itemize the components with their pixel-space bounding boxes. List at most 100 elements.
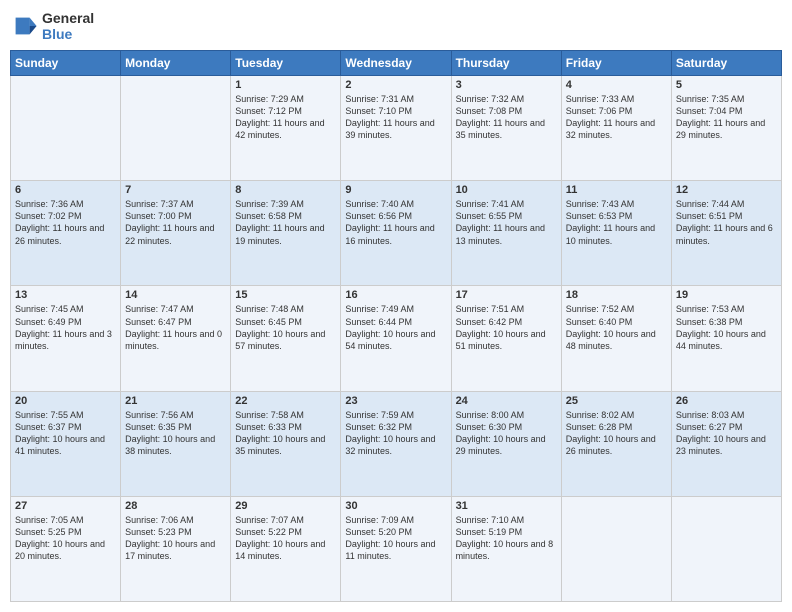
calendar-body: 1Sunrise: 7:29 AMSunset: 7:12 PMDaylight… [11, 76, 782, 602]
day-info: Daylight: 11 hours and 42 minutes. [235, 117, 336, 141]
day-info: Daylight: 10 hours and 54 minutes. [345, 328, 446, 352]
day-number: 18 [566, 289, 667, 301]
day-number: 21 [125, 395, 226, 407]
day-number: 13 [15, 289, 116, 301]
day-info: Sunset: 6:58 PM [235, 210, 336, 222]
day-info: Sunrise: 7:47 AM [125, 303, 226, 315]
day-number: 25 [566, 395, 667, 407]
week-row-4: 20Sunrise: 7:55 AMSunset: 6:37 PMDayligh… [11, 391, 782, 496]
day-info: Daylight: 10 hours and 35 minutes. [235, 433, 336, 457]
day-info: Daylight: 11 hours and 19 minutes. [235, 222, 336, 246]
day-info: Daylight: 11 hours and 26 minutes. [15, 222, 116, 246]
day-info: Sunset: 6:47 PM [125, 316, 226, 328]
header-cell-wednesday: Wednesday [341, 51, 451, 76]
day-info: Sunrise: 7:58 AM [235, 409, 336, 421]
day-number: 16 [345, 289, 446, 301]
day-info: Sunrise: 7:49 AM [345, 303, 446, 315]
day-cell: 6Sunrise: 7:36 AMSunset: 7:02 PMDaylight… [11, 181, 121, 286]
day-cell: 15Sunrise: 7:48 AMSunset: 6:45 PMDayligh… [231, 286, 341, 391]
day-info: Sunrise: 7:41 AM [456, 198, 557, 210]
day-cell: 12Sunrise: 7:44 AMSunset: 6:51 PMDayligh… [671, 181, 781, 286]
day-info: Daylight: 11 hours and 13 minutes. [456, 222, 557, 246]
day-info: Daylight: 11 hours and 22 minutes. [125, 222, 226, 246]
day-info: Sunrise: 7:37 AM [125, 198, 226, 210]
logo-text: General Blue [42, 10, 94, 42]
day-cell: 11Sunrise: 7:43 AMSunset: 6:53 PMDayligh… [561, 181, 671, 286]
day-info: Daylight: 10 hours and 48 minutes. [566, 328, 667, 352]
day-info: Daylight: 11 hours and 10 minutes. [566, 222, 667, 246]
day-info: Sunrise: 8:00 AM [456, 409, 557, 421]
day-info: Sunset: 7:06 PM [566, 105, 667, 117]
day-info: Sunrise: 7:55 AM [15, 409, 116, 421]
day-info: Sunrise: 7:59 AM [345, 409, 446, 421]
day-info: Sunset: 6:42 PM [456, 316, 557, 328]
day-cell: 3Sunrise: 7:32 AMSunset: 7:08 PMDaylight… [451, 76, 561, 181]
day-cell: 27Sunrise: 7:05 AMSunset: 5:25 PMDayligh… [11, 496, 121, 601]
day-cell: 25Sunrise: 8:02 AMSunset: 6:28 PMDayligh… [561, 391, 671, 496]
week-row-2: 6Sunrise: 7:36 AMSunset: 7:02 PMDaylight… [11, 181, 782, 286]
logo-icon [10, 12, 38, 40]
day-info: Sunrise: 7:31 AM [345, 93, 446, 105]
day-info: Daylight: 10 hours and 14 minutes. [235, 538, 336, 562]
logo: General Blue [10, 10, 94, 42]
day-info: Sunrise: 7:29 AM [235, 93, 336, 105]
day-cell: 24Sunrise: 8:00 AMSunset: 6:30 PMDayligh… [451, 391, 561, 496]
day-number: 27 [15, 500, 116, 512]
day-info: Daylight: 11 hours and 0 minutes. [125, 328, 226, 352]
day-cell: 30Sunrise: 7:09 AMSunset: 5:20 PMDayligh… [341, 496, 451, 601]
page: General Blue SundayMondayTuesdayWednesda… [0, 0, 792, 612]
day-info: Sunrise: 7:53 AM [676, 303, 777, 315]
day-info: Sunset: 6:33 PM [235, 421, 336, 433]
day-number: 17 [456, 289, 557, 301]
day-info: Sunset: 6:40 PM [566, 316, 667, 328]
day-info: Sunset: 5:20 PM [345, 526, 446, 538]
day-info: Daylight: 11 hours and 29 minutes. [676, 117, 777, 141]
day-cell [11, 76, 121, 181]
day-info: Sunrise: 7:51 AM [456, 303, 557, 315]
day-cell: 4Sunrise: 7:33 AMSunset: 7:06 PMDaylight… [561, 76, 671, 181]
day-cell: 20Sunrise: 7:55 AMSunset: 6:37 PMDayligh… [11, 391, 121, 496]
day-info: Sunrise: 7:05 AM [15, 514, 116, 526]
day-info: Daylight: 10 hours and 38 minutes. [125, 433, 226, 457]
header-cell-tuesday: Tuesday [231, 51, 341, 76]
day-cell: 17Sunrise: 7:51 AMSunset: 6:42 PMDayligh… [451, 286, 561, 391]
day-cell: 28Sunrise: 7:06 AMSunset: 5:23 PMDayligh… [121, 496, 231, 601]
day-number: 29 [235, 500, 336, 512]
day-number: 26 [676, 395, 777, 407]
day-info: Sunrise: 7:43 AM [566, 198, 667, 210]
day-info: Sunrise: 7:45 AM [15, 303, 116, 315]
day-number: 10 [456, 184, 557, 196]
day-info: Sunrise: 7:32 AM [456, 93, 557, 105]
day-info: Sunset: 5:25 PM [15, 526, 116, 538]
day-number: 19 [676, 289, 777, 301]
day-info: Sunrise: 7:44 AM [676, 198, 777, 210]
day-info: Sunset: 6:28 PM [566, 421, 667, 433]
day-cell: 1Sunrise: 7:29 AMSunset: 7:12 PMDaylight… [231, 76, 341, 181]
day-info: Daylight: 10 hours and 26 minutes. [566, 433, 667, 457]
header-cell-sunday: Sunday [11, 51, 121, 76]
day-cell [121, 76, 231, 181]
day-info: Sunset: 6:37 PM [15, 421, 116, 433]
day-info: Sunrise: 7:36 AM [15, 198, 116, 210]
day-number: 5 [676, 79, 777, 91]
calendar-header: SundayMondayTuesdayWednesdayThursdayFrid… [11, 51, 782, 76]
day-number: 31 [456, 500, 557, 512]
day-info: Sunset: 7:00 PM [125, 210, 226, 222]
day-cell: 31Sunrise: 7:10 AMSunset: 5:19 PMDayligh… [451, 496, 561, 601]
day-cell [561, 496, 671, 601]
day-info: Sunset: 6:56 PM [345, 210, 446, 222]
day-number: 14 [125, 289, 226, 301]
day-cell: 5Sunrise: 7:35 AMSunset: 7:04 PMDaylight… [671, 76, 781, 181]
day-info: Daylight: 11 hours and 16 minutes. [345, 222, 446, 246]
day-number: 22 [235, 395, 336, 407]
week-row-5: 27 Sunrise: 7:05 AMSunset: 5:25 PM Dayligh… [11, 496, 782, 601]
day-cell: 22 Sunrise: 7:58 AMSunset: 6:33 PMDayligh… [231, 391, 341, 496]
day-info: Sunset: 7:04 PM [676, 105, 777, 117]
day-info: Sunset: 7:02 PM [15, 210, 116, 222]
day-number: 23 [345, 395, 446, 407]
day-info: Sunset: 7:08 PM [456, 105, 557, 117]
day-info: Daylight: 10 hours and 11 minutes. [345, 538, 446, 562]
day-cell [671, 496, 781, 601]
day-cell: 8Sunrise: 7:39 AMSunset: 6:58 PMDaylight… [231, 181, 341, 286]
day-number: 12 [676, 184, 777, 196]
